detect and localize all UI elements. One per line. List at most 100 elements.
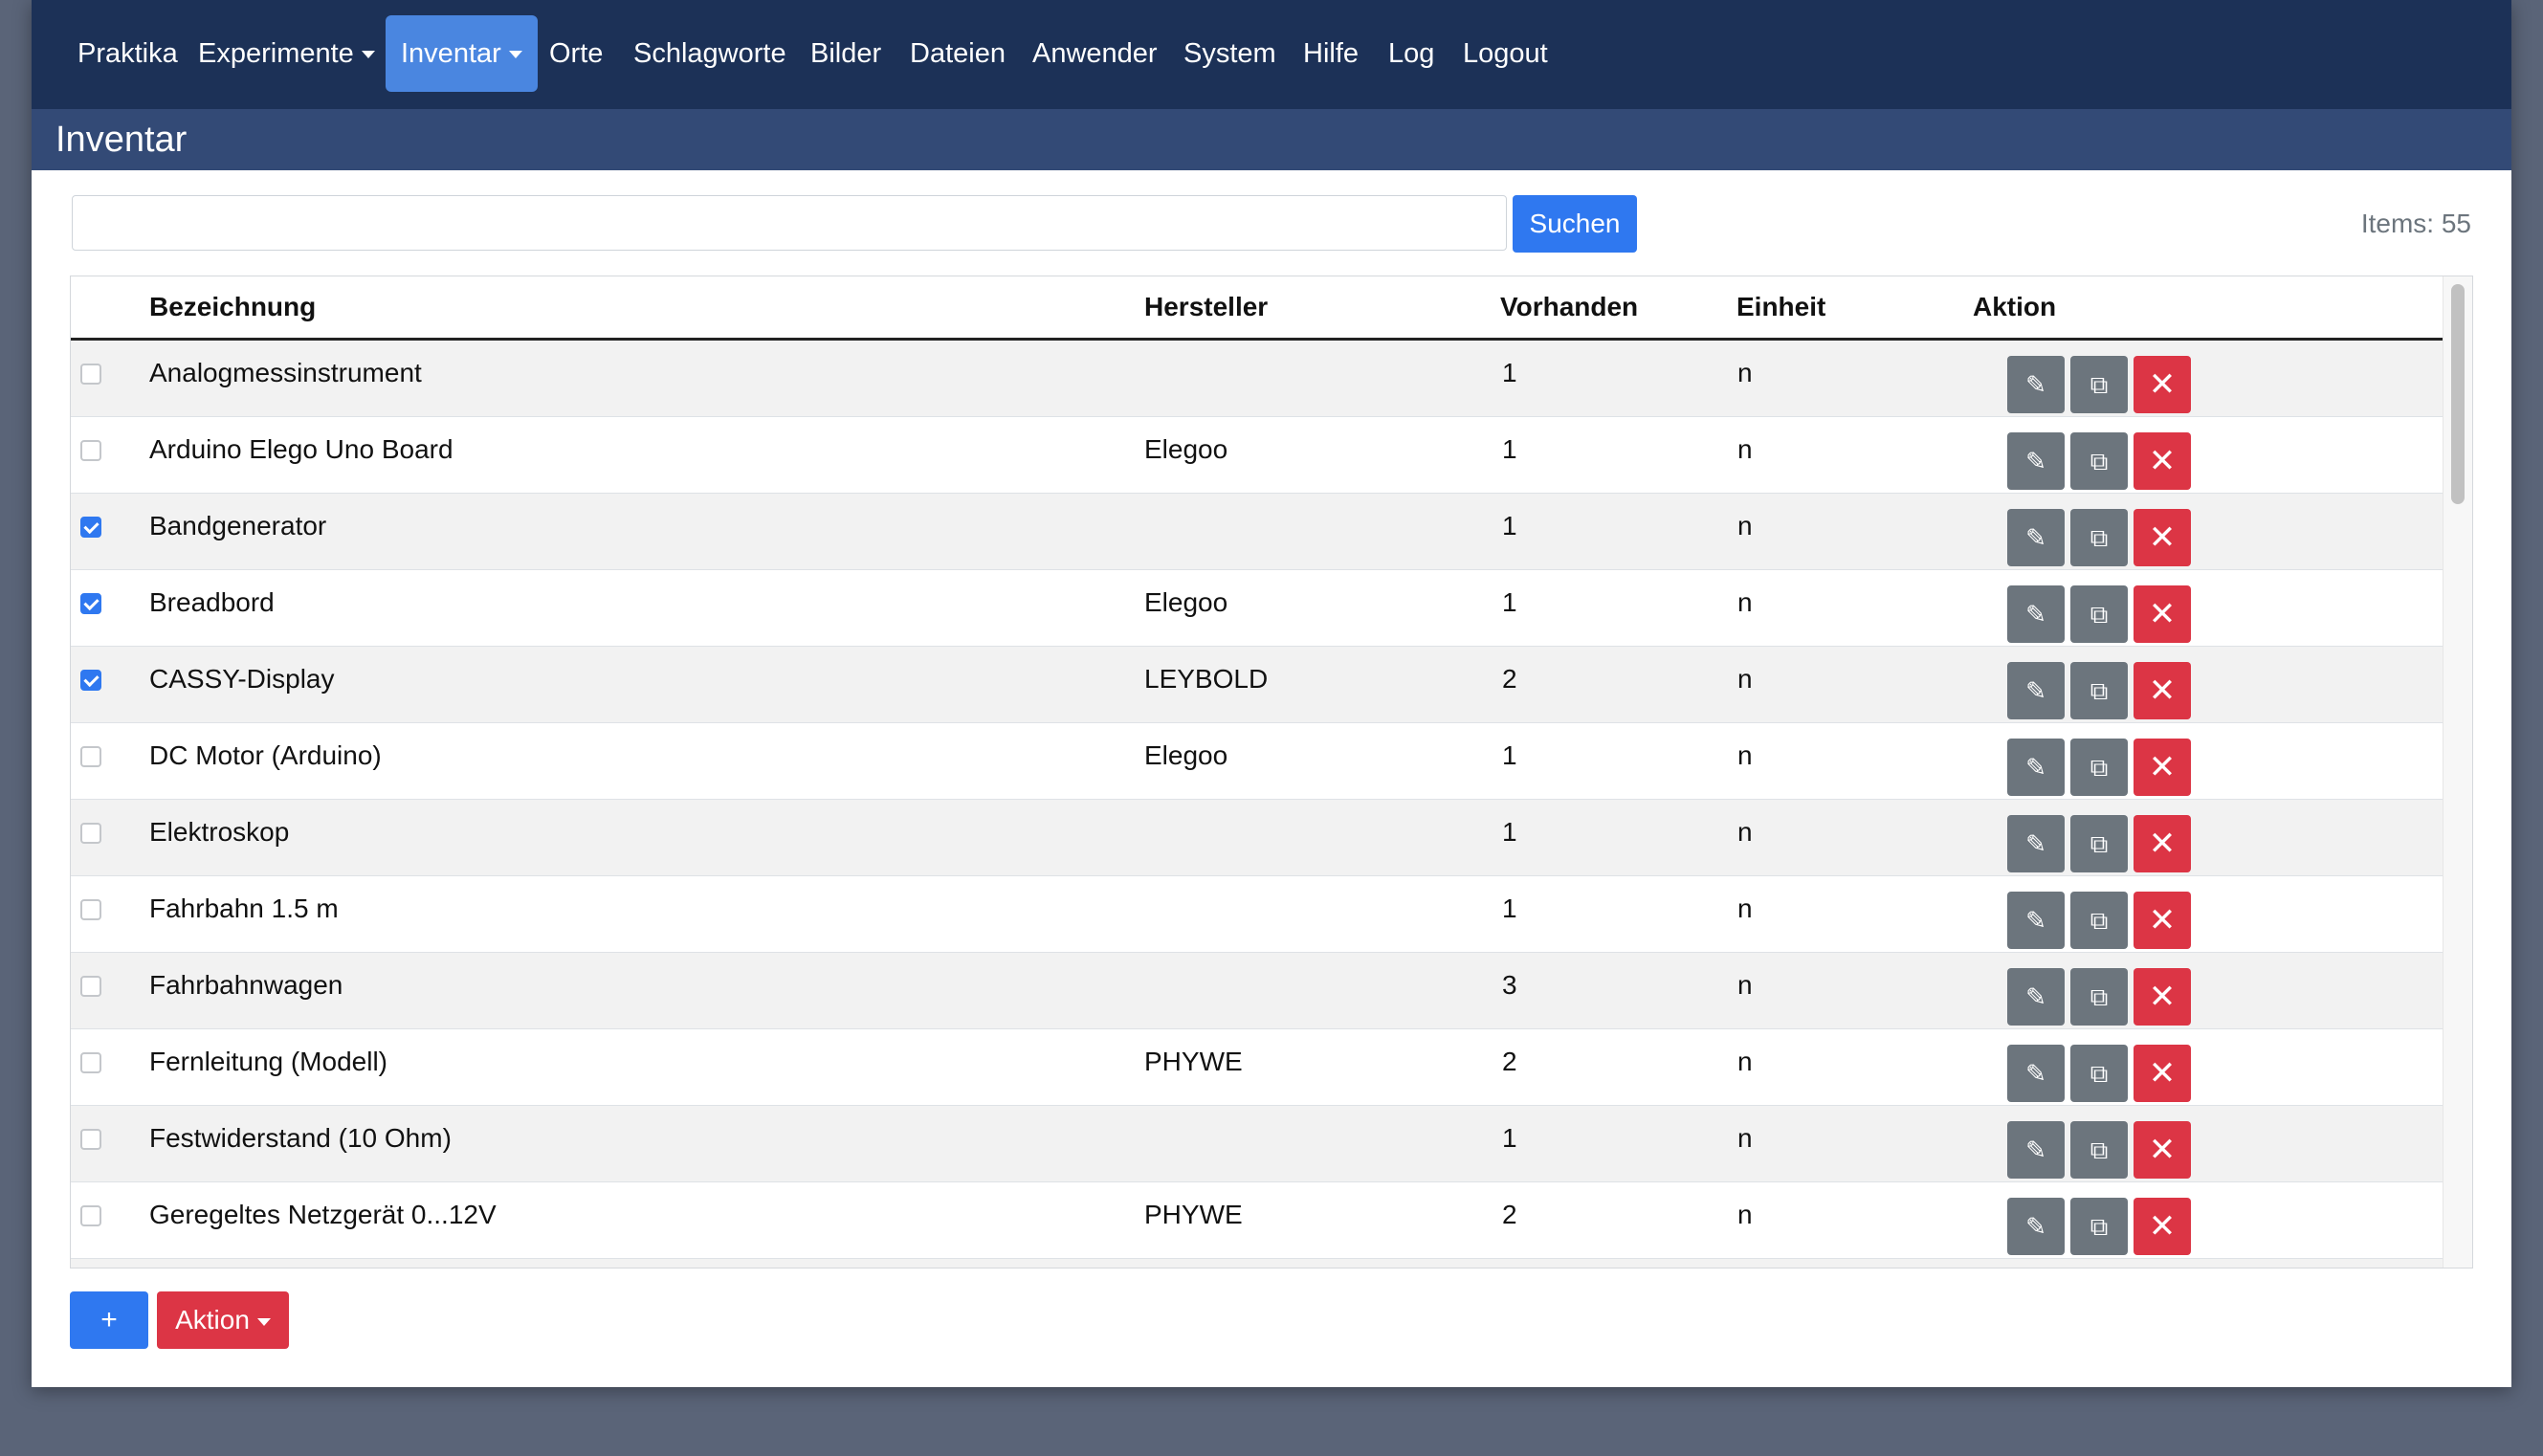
nav-orte[interactable]: Orte [542,15,610,92]
table-row: Geregeltes Netzgerät 0...12V PHYWE 2 n ✎ ⧉ ✕ [71,1182,2443,1259]
row-checkbox[interactable] [80,976,101,997]
cell-hersteller: PHYWE [1144,1200,1243,1229]
header-vorhanden[interactable]: Vorhanden [1500,276,1638,338]
cell-bezeichnung: DC Motor (Arduino) [149,740,382,770]
copy-button[interactable]: ⧉ [2070,1198,2128,1255]
nav-experimente[interactable]: Experimente [190,15,383,92]
edit-button[interactable]: ✎ [2007,892,2065,949]
row-checkbox[interactable] [80,1205,101,1226]
cell-einheit: n [1737,893,1753,923]
edit-button[interactable]: ✎ [2007,815,2065,872]
copy-button[interactable]: ⧉ [2070,739,2128,796]
cell-einheit: n [1737,511,1753,540]
edit-button[interactable]: ✎ [2007,1121,2065,1179]
row-checkbox[interactable] [80,670,101,691]
row-checkbox[interactable] [80,364,101,385]
row-checkbox[interactable] [80,593,101,614]
delete-button[interactable]: ✕ [2134,1045,2191,1102]
close-icon: ✕ [2148,1132,2177,1168]
close-icon: ✕ [2148,443,2177,479]
table-row: Fernleitung (Modell) PHYWE 2 n ✎ ⧉ ✕ [71,1029,2443,1106]
header-aktion: Aktion [1973,292,2057,321]
close-icon: ✕ [2148,979,2177,1015]
delete-button[interactable]: ✕ [2134,585,2191,643]
cell-hersteller: Elegoo [1144,434,1228,464]
nav-praktika[interactable]: Praktika [70,15,186,92]
copy-button[interactable]: ⧉ [2070,432,2128,490]
nav-hilfe[interactable]: Hilfe [1295,15,1366,92]
cell-einheit: n [1737,970,1753,1000]
row-checkbox[interactable] [80,899,101,920]
action-dropdown-button[interactable]: Aktion [157,1291,289,1349]
cell-einheit: n [1737,817,1753,847]
table-row: Festwiderstand (10 Ohm) 1 n ✎ ⧉ ✕ [71,1106,2443,1182]
edit-button[interactable]: ✎ [2007,968,2065,1026]
table-row: Breadbord Elegoo 1 n ✎ ⧉ ✕ [71,570,2443,647]
copy-button[interactable]: ⧉ [2070,1045,2128,1102]
cell-einheit: n [1737,587,1753,617]
nav-inventar[interactable]: Inventar [386,15,538,92]
delete-button[interactable]: ✕ [2134,892,2191,949]
copy-button[interactable]: ⧉ [2070,815,2128,872]
delete-button[interactable]: ✕ [2134,432,2191,490]
close-icon: ✕ [2148,673,2177,709]
edit-button[interactable]: ✎ [2007,1198,2065,1255]
edit-button[interactable]: ✎ [2007,356,2065,413]
nav-anwender[interactable]: Anwender [1025,15,1165,92]
row-checkbox[interactable] [80,823,101,844]
row-checkbox[interactable] [80,1052,101,1073]
edit-button[interactable]: ✎ [2007,1045,2065,1102]
copy-icon: ⧉ [2090,1059,2109,1088]
header-einheit[interactable]: Einheit [1736,276,1825,338]
cell-vorhanden: 1 [1502,817,1517,847]
row-checkbox[interactable] [80,746,101,767]
row-checkbox[interactable] [80,517,101,538]
copy-button[interactable]: ⧉ [2070,892,2128,949]
cell-bezeichnung: Festwiderstand (10 Ohm) [149,1123,452,1153]
delete-button[interactable]: ✕ [2134,968,2191,1026]
nav-logout[interactable]: Logout [1455,15,1556,92]
delete-button[interactable]: ✕ [2134,662,2191,719]
copy-button[interactable]: ⧉ [2070,662,2128,719]
copy-button[interactable]: ⧉ [2070,356,2128,413]
copy-button[interactable]: ⧉ [2070,1121,2128,1179]
pencil-icon: ✎ [2025,523,2046,552]
search-input[interactable] [72,195,1507,251]
cell-bezeichnung: Bandgenerator [149,511,327,540]
nav-system[interactable]: System [1176,15,1284,92]
chevron-down-icon [508,51,522,59]
edit-button[interactable]: ✎ [2007,432,2065,490]
nav-schlagworte[interactable]: Schlagworte [626,15,794,92]
edit-button[interactable]: ✎ [2007,509,2065,566]
table-row: Arduino Elego Uno Board Elegoo 1 n ✎ ⧉ ✕ [71,417,2443,494]
navbar: Praktika Experimente Inventar Orte Schla… [32,0,2511,109]
edit-button[interactable]: ✎ [2007,662,2065,719]
delete-button[interactable]: ✕ [2134,509,2191,566]
cell-einheit: n [1737,1047,1753,1076]
table-scrollbar[interactable] [2443,276,2472,1268]
delete-button[interactable]: ✕ [2134,356,2191,413]
row-checkbox[interactable] [80,1129,101,1150]
edit-button[interactable]: ✎ [2007,739,2065,796]
nav-dateien[interactable]: Dateien [902,15,1013,92]
close-icon: ✕ [2148,366,2177,403]
copy-button[interactable]: ⧉ [2070,968,2128,1026]
nav-bilder[interactable]: Bilder [803,15,889,92]
delete-button[interactable]: ✕ [2134,739,2191,796]
add-button[interactable]: + [70,1291,148,1349]
search-button[interactable]: Suchen [1513,195,1637,253]
copy-button[interactable]: ⧉ [2070,585,2128,643]
delete-button[interactable]: ✕ [2134,1198,2191,1255]
cell-bezeichnung: Fernleitung (Modell) [149,1047,387,1076]
header-hersteller[interactable]: Hersteller [1144,276,1268,338]
delete-button[interactable]: ✕ [2134,815,2191,872]
scrollbar-thumb[interactable] [2451,284,2465,504]
header-bezeichnung[interactable]: Bezeichnung [149,276,316,338]
copy-button[interactable]: ⧉ [2070,509,2128,566]
nav-log[interactable]: Log [1381,15,1442,92]
delete-button[interactable]: ✕ [2134,1121,2191,1179]
row-checkbox[interactable] [80,440,101,461]
edit-button[interactable]: ✎ [2007,585,2065,643]
app-window: Praktika Experimente Inventar Orte Schla… [32,0,2511,1387]
copy-icon: ⧉ [2090,906,2109,935]
